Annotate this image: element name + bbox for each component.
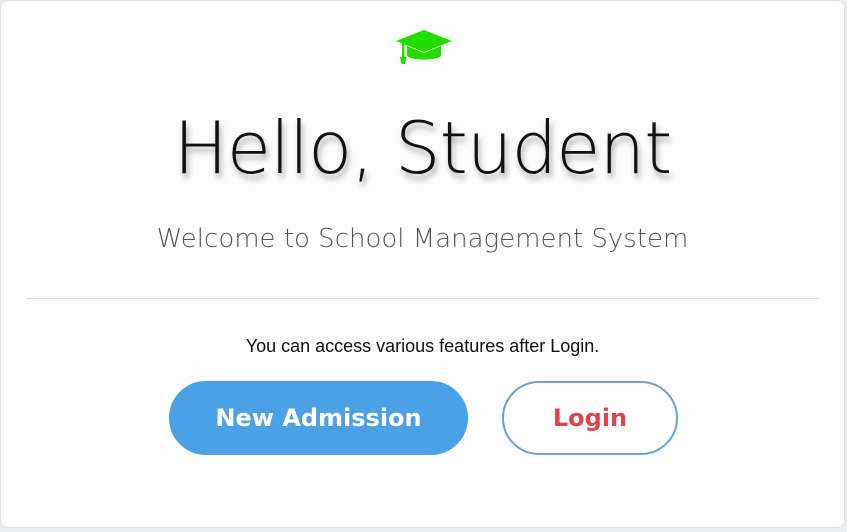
graduation-cap-icon — [394, 27, 454, 67]
new-admission-button[interactable]: New Admission — [169, 381, 468, 455]
login-label: Login — [552, 404, 628, 432]
login-button[interactable]: Login — [502, 381, 678, 455]
welcome-card: Hello, Student Welcome to School Managem… — [0, 0, 845, 528]
page-subtitle: Welcome to School Management System — [156, 224, 689, 254]
new-admission-label: New Admission — [215, 404, 422, 432]
divider — [26, 298, 819, 299]
info-text: You can access various features after Lo… — [245, 336, 600, 356]
page-title: Hello, Student — [173, 106, 673, 190]
